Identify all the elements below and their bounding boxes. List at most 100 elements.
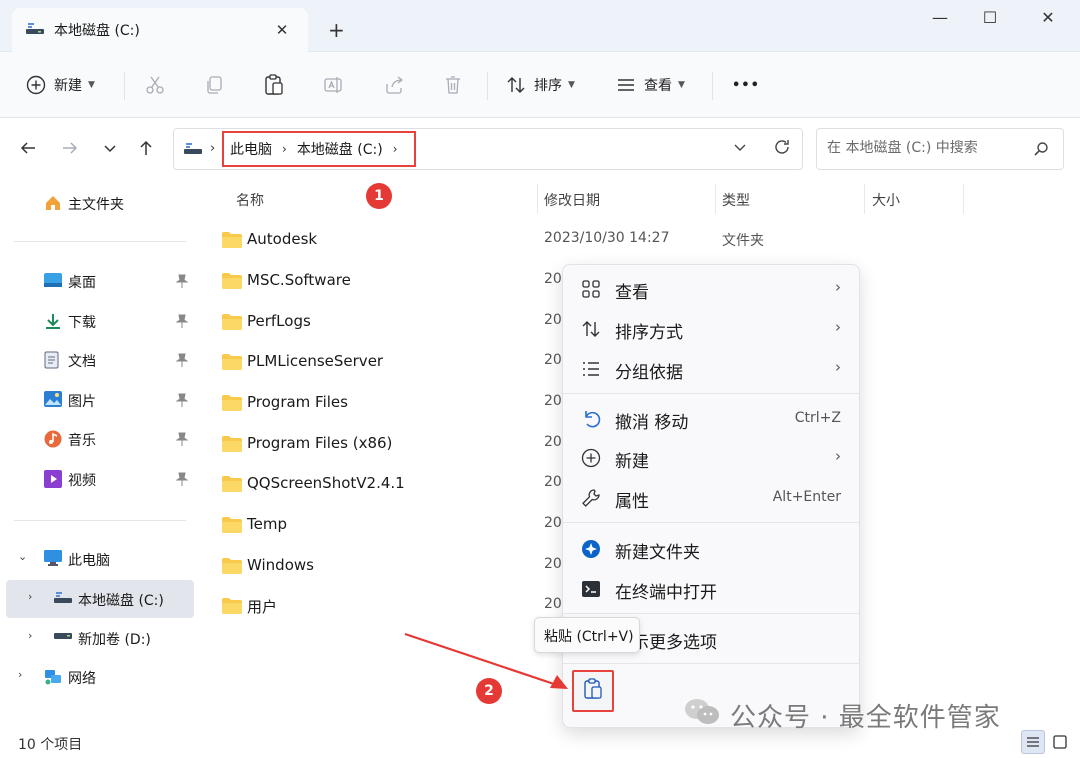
nav-item-drive-c[interactable]: › 本地磁盘 (C:)	[6, 580, 194, 618]
file-name: Temp	[247, 515, 287, 533]
copy-icon	[204, 75, 224, 95]
folder-icon	[222, 395, 242, 415]
search-box[interactable]	[816, 128, 1064, 170]
pin-icon[interactable]	[175, 353, 189, 371]
delete-button[interactable]	[444, 72, 462, 98]
tiles-view-button[interactable]	[1048, 730, 1072, 754]
nav-item-desktop[interactable]: 桌面	[0, 262, 196, 300]
column-divider[interactable]	[963, 184, 964, 214]
new-tab-button[interactable]: +	[328, 18, 345, 42]
chevron-down-icon: ▼	[88, 80, 95, 90]
pin-icon[interactable]	[175, 472, 189, 490]
search-input[interactable]	[827, 140, 1027, 156]
pin-icon[interactable]	[175, 314, 189, 332]
view-button[interactable]: 查看 ▼	[616, 72, 685, 98]
menu-item-open-terminal[interactable]: 在终端中打开	[569, 571, 855, 607]
undo-icon	[581, 409, 601, 429]
wrench-icon	[581, 488, 601, 508]
menu-item-new-folder[interactable]: 新建文件夹	[569, 531, 855, 567]
forward-button[interactable]	[58, 138, 82, 163]
breadcrumb-separator-icon[interactable]: ›	[393, 142, 398, 156]
nav-item-drive-d[interactable]: › 新加卷 (D:)	[0, 619, 196, 657]
menu-item-properties[interactable]: 属性 Alt+Enter	[569, 480, 855, 516]
pin-icon[interactable]	[175, 393, 189, 411]
grid-view-icon	[581, 279, 601, 299]
nav-item-documents[interactable]: 文档	[0, 341, 196, 379]
column-divider[interactable]	[537, 184, 538, 214]
column-divider[interactable]	[715, 184, 716, 214]
column-header-name[interactable]: 名称	[236, 190, 264, 220]
paste-toolbar-button[interactable]	[264, 72, 284, 98]
chevron-right-icon[interactable]: ›	[28, 590, 32, 603]
nav-label: 视频	[68, 473, 96, 489]
share-icon	[384, 75, 404, 95]
column-divider[interactable]	[864, 184, 865, 214]
breadcrumb-this-pc[interactable]: 此电脑	[230, 139, 272, 159]
up-button[interactable]	[134, 138, 158, 163]
nav-item-downloads[interactable]: 下载	[0, 302, 196, 340]
cut-button[interactable]	[145, 72, 165, 98]
new-button[interactable]: 新建 ▼	[26, 72, 95, 98]
address-bar[interactable]: › 此电脑 › 本地磁盘 (C:) ›	[173, 128, 803, 170]
chevron-down-icon: ▼	[678, 80, 685, 90]
menu-item-group[interactable]: 分组依据 ›	[569, 351, 855, 387]
breadcrumb-local-disk-c[interactable]: 本地磁盘 (C:)	[297, 139, 383, 159]
scissors-icon	[145, 75, 165, 95]
nav-item-videos[interactable]: 视频	[0, 460, 196, 498]
menu-item-sort[interactable]: 排序方式 ›	[569, 311, 855, 347]
address-dropdown-icon[interactable]	[732, 139, 748, 159]
nav-item-this-pc[interactable]: ⌄ 此电脑	[0, 540, 196, 578]
search-icon[interactable]	[1033, 141, 1049, 161]
column-header-type[interactable]: 类型	[722, 190, 750, 220]
menu-shortcut: Ctrl+Z	[794, 410, 841, 426]
file-name: PerfLogs	[247, 312, 311, 330]
file-name: QQScreenShotV2.4.1	[247, 474, 405, 492]
file-date: 20	[544, 596, 562, 612]
folder-icon	[222, 476, 242, 496]
close-tab-icon[interactable]: ✕	[270, 21, 294, 39]
nav-label: 网络	[68, 671, 96, 687]
copy-button[interactable]	[204, 72, 224, 98]
sort-button[interactable]: 排序 ▼	[506, 72, 575, 98]
menu-item-new[interactable]: 新建 ›	[569, 440, 855, 476]
menu-item-view[interactable]: 查看 ›	[569, 271, 855, 307]
maximize-button[interactable]: ☐	[968, 8, 1012, 32]
share-button[interactable]	[384, 72, 404, 98]
menu-label: 新建文件夹	[615, 543, 700, 563]
menu-label: 属性	[615, 492, 649, 512]
pin-icon[interactable]	[175, 432, 189, 450]
file-name: Program Files	[247, 393, 348, 411]
file-date: 20	[544, 515, 562, 531]
tab-local-disk-c[interactable]: 本地磁盘 (C:) ✕	[12, 8, 308, 52]
column-header-date[interactable]: 修改日期	[544, 190, 600, 220]
nav-item-home[interactable]: 主文件夹	[0, 184, 196, 222]
menu-label: 查看	[615, 283, 649, 303]
new-label: 新建	[54, 78, 82, 94]
chevron-right-icon[interactable]: ›	[28, 629, 32, 642]
annotation-badge-2: 2	[476, 678, 502, 704]
breadcrumb-separator-icon[interactable]: ›	[282, 142, 287, 156]
chevron-down-icon: ▼	[568, 80, 575, 90]
drive-icon	[54, 590, 72, 608]
folder-icon	[222, 558, 242, 578]
rename-button[interactable]	[324, 72, 344, 98]
refresh-icon[interactable]	[772, 137, 792, 162]
file-row[interactable]: Autodesk 2023/10/30 14:27 文件夹	[214, 220, 834, 260]
menu-item-undo[interactable]: 撤消 移动 Ctrl+Z	[569, 401, 855, 437]
pin-icon[interactable]	[175, 274, 189, 292]
breadcrumb-separator-icon[interactable]: ›	[210, 141, 215, 156]
back-button[interactable]	[16, 138, 40, 163]
nav-item-pictures[interactable]: 图片	[0, 381, 196, 419]
more-options-button[interactable]: •••	[732, 72, 760, 98]
clipboard-icon	[264, 74, 284, 96]
details-view-button[interactable]	[1021, 730, 1045, 754]
folder-icon	[222, 314, 242, 334]
minimize-button[interactable]: —	[918, 8, 962, 32]
nav-item-network[interactable]: › 网络	[0, 658, 196, 696]
chevron-down-icon[interactable]: ⌄	[18, 550, 27, 563]
close-window-button[interactable]: ✕	[1026, 8, 1070, 32]
chevron-right-icon[interactable]: ›	[18, 668, 22, 681]
column-header-size[interactable]: 大小	[872, 190, 900, 220]
recent-locations-button[interactable]	[98, 138, 122, 163]
nav-item-music[interactable]: 音乐	[0, 420, 196, 458]
